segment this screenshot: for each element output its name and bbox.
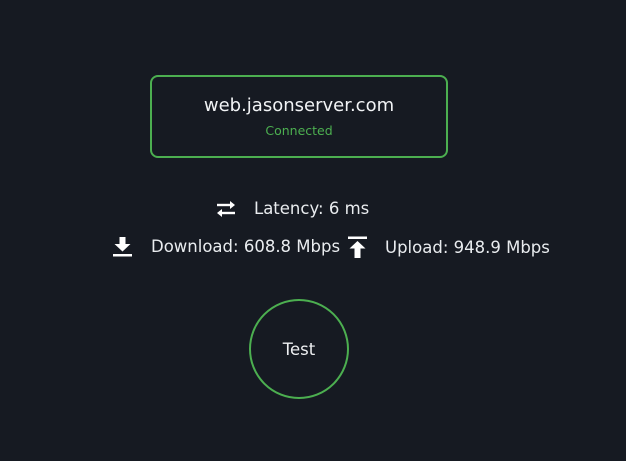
download-metric: Download: 608.8 Mbps: [112, 236, 340, 257]
upload-icon: [347, 236, 368, 259]
connection-status: Connected: [265, 122, 333, 138]
upload-label: Upload: 948.9 Mbps: [385, 238, 550, 257]
test-button[interactable]: Test: [249, 299, 349, 399]
server-host: web.jasonserver.com: [203, 94, 395, 116]
download-label: Download: 608.8 Mbps: [151, 237, 341, 256]
latency-metric: Latency: 6 ms: [215, 199, 369, 218]
speed-test-panel: web.jasonserver.com Connected Latency: 6…: [0, 0, 626, 461]
swap-arrows-icon: [215, 200, 237, 218]
latency-label: Latency: 6 ms: [254, 199, 370, 218]
server-card: web.jasonserver.com Connected: [150, 75, 448, 158]
download-icon: [112, 236, 133, 257]
upload-metric: Upload: 948.9 Mbps: [347, 236, 550, 259]
